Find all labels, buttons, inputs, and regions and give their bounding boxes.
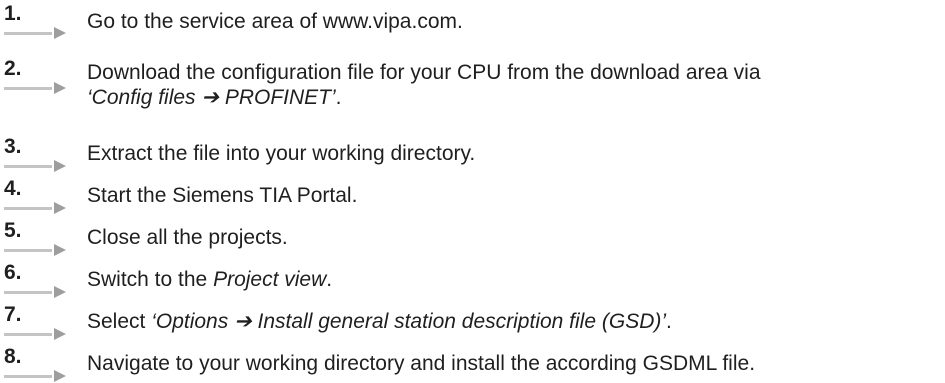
menu-path: ‘Options ➔ Install general station descr… bbox=[151, 310, 667, 333]
step-text-segment: . bbox=[326, 268, 333, 291]
step-text-segment: Start the Siemens TIA Portal. bbox=[87, 184, 358, 207]
step-marker: 5. bbox=[4, 219, 82, 256]
step-text: Start the Siemens TIA Portal. bbox=[87, 183, 357, 208]
step-arrow-icon bbox=[4, 244, 66, 256]
step-arrow-icon bbox=[4, 82, 66, 94]
step-text: Go to the service area of www.vipa.com. bbox=[87, 9, 463, 34]
step-marker: 1. bbox=[4, 2, 82, 39]
step-marker: 6. bbox=[4, 261, 82, 298]
step-arrow-icon bbox=[4, 27, 66, 39]
step-number: 3. bbox=[4, 135, 22, 158]
step-text-segment: Download the configuration file for your… bbox=[87, 61, 761, 84]
step-text: Switch to the Project view. bbox=[87, 267, 332, 292]
step-text-segment: . bbox=[335, 86, 342, 109]
step-arrow-icon bbox=[4, 202, 66, 214]
step-number: 4. bbox=[4, 177, 22, 200]
step-text-segment: Navigate to your working directory and i… bbox=[87, 352, 756, 375]
step-arrow-icon bbox=[4, 328, 66, 340]
step-number: 7. bbox=[4, 303, 22, 326]
step-text: Extract the file into your working direc… bbox=[87, 141, 475, 166]
step-text-segment: . bbox=[666, 310, 672, 333]
menu-path: ‘Config files ➔ PROFINET’ bbox=[87, 86, 336, 109]
step-number: 1. bbox=[4, 2, 22, 25]
step-text-segment: Extract the file into your working direc… bbox=[87, 142, 476, 165]
step-marker: 7. bbox=[4, 303, 82, 340]
step-marker: 3. bbox=[4, 135, 82, 172]
step-arrow-icon bbox=[4, 160, 66, 172]
step-text: Close all the projects. bbox=[87, 225, 288, 250]
step-text-segment: Close all the projects. bbox=[87, 226, 288, 249]
step-text-line2: ‘Config files ➔ PROFINET’. bbox=[87, 85, 761, 110]
step-text: Select ‘Options ➔ Install general statio… bbox=[87, 309, 672, 334]
step-text-segment: Select bbox=[87, 310, 152, 333]
step-text: Download the configuration file for your… bbox=[87, 60, 761, 110]
step-number: 6. bbox=[4, 261, 22, 284]
step-arrow-icon bbox=[4, 370, 66, 382]
step-text-segment: Go to the service area of www.vipa.com. bbox=[87, 10, 463, 33]
step-arrow-icon bbox=[4, 286, 66, 298]
step-marker: 4. bbox=[4, 177, 82, 214]
step-number: 2. bbox=[4, 57, 22, 80]
step-marker: 8. bbox=[4, 345, 82, 382]
view-name: Project view bbox=[213, 268, 327, 291]
step-number: 5. bbox=[4, 219, 22, 242]
step-text: Navigate to your working directory and i… bbox=[87, 351, 755, 376]
step-number: 8. bbox=[4, 345, 22, 368]
step-marker: 2. bbox=[4, 57, 82, 94]
step-text-segment: Switch to the bbox=[87, 268, 214, 291]
